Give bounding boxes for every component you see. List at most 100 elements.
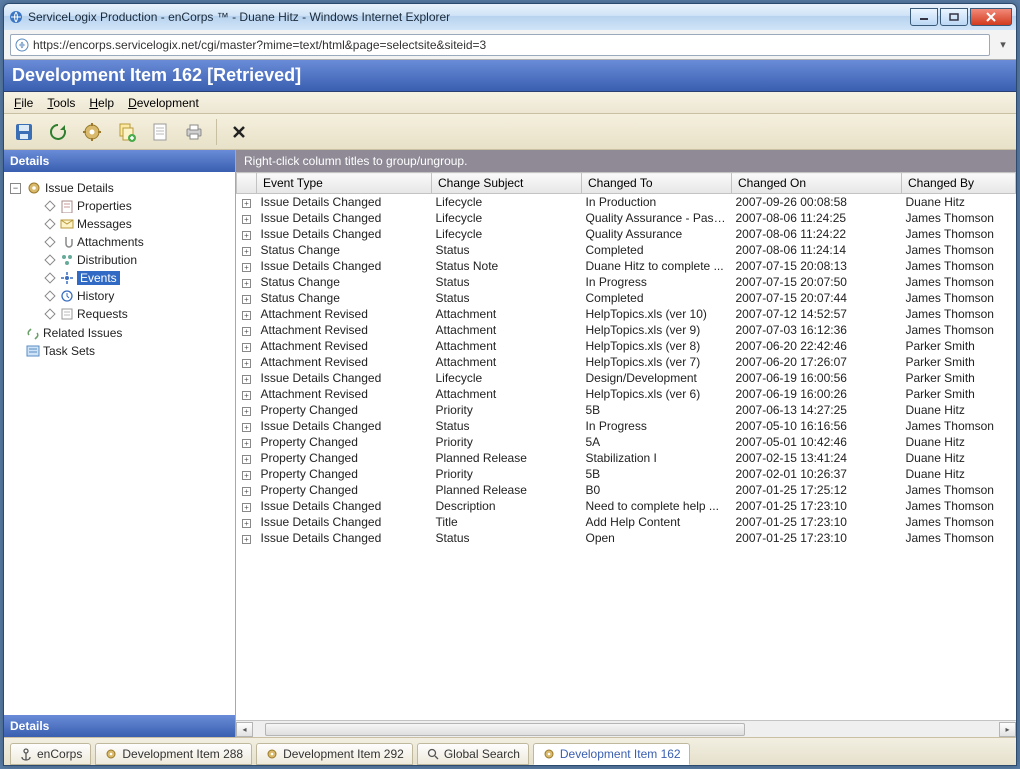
cell-change-subject: Lifecycle [432,370,582,386]
tree-label: History [77,289,114,303]
tree-node-properties[interactable]: · Properties [28,198,231,214]
table-row[interactable]: + Issue Details Changed Lifecycle In Pro… [237,194,1016,211]
table-row[interactable]: + Property Changed Priority 5B 2007-02-0… [237,466,1016,482]
bottom-tab[interactable]: Development Item 162 [533,743,690,765]
table-row[interactable]: + Property Changed Priority 5B 2007-06-1… [237,402,1016,418]
print-button[interactable] [180,118,208,146]
cell-changed-to: Duane Hitz to complete ... [582,258,732,274]
copy-button[interactable] [112,118,140,146]
column-header[interactable]: Changed On [732,173,902,194]
table-row[interactable]: + Attachment Revised Attachment HelpTopi… [237,306,1016,322]
grid-scroll[interactable]: Event TypeChange SubjectChanged ToChange… [236,172,1016,720]
tree-node-messages[interactable]: · Messages [28,216,231,232]
save-button[interactable] [10,118,38,146]
scroll-thumb[interactable] [265,723,745,736]
bottom-tab[interactable]: Global Search [417,743,529,765]
expand-icon[interactable]: + [242,455,251,464]
table-row[interactable]: + Issue Details Changed Lifecycle Qualit… [237,210,1016,226]
table-row[interactable]: + Issue Details Changed Lifecycle Qualit… [237,226,1016,242]
table-row[interactable]: + Attachment Revised Attachment HelpTopi… [237,338,1016,354]
scroll-right-button[interactable]: ▸ [999,722,1016,737]
table-row[interactable]: + Attachment Revised Attachment HelpTopi… [237,322,1016,338]
url-box[interactable] [10,34,990,56]
menu-file[interactable]: File [8,94,39,112]
column-header[interactable]: Changed By [902,173,1016,194]
url-dropdown[interactable]: ▾ [996,35,1010,55]
tree-node-events[interactable]: · Events [28,270,231,286]
main-content: Details − Issue Details · Properties · M… [4,150,1016,737]
tree-node-task-sets[interactable]: · Task Sets [8,343,231,359]
expand-icon[interactable]: + [242,439,251,448]
close-button[interactable] [970,8,1012,26]
column-header[interactable]: Change Subject [432,173,582,194]
tree-node-history[interactable]: · History [28,288,231,304]
expand-icon[interactable]: + [242,503,251,512]
table-row[interactable]: + Attachment Revised Attachment HelpTopi… [237,386,1016,402]
table-row[interactable]: + Status Change Status In Progress 2007-… [237,274,1016,290]
column-header[interactable]: Event Type [257,173,432,194]
maximize-button[interactable] [940,8,968,26]
nav-tree[interactable]: − Issue Details · Properties · Messages … [4,172,235,715]
menu-help[interactable]: Help [83,94,120,112]
document-button[interactable] [146,118,174,146]
titlebar[interactable]: ServiceLogix Production - enCorps ™ - Du… [4,4,1016,30]
bottom-tab[interactable]: Development Item 288 [95,743,252,765]
table-row[interactable]: + Issue Details Changed Status Note Duan… [237,258,1016,274]
expand-icon[interactable]: + [242,359,251,368]
settings-button[interactable] [78,118,106,146]
diamond-icon [44,272,55,283]
expand-icon[interactable]: + [242,407,251,416]
tree-node-related-issues[interactable]: · Related Issues [8,325,231,341]
cell-change-subject: Priority [432,434,582,450]
expand-icon[interactable]: + [242,423,251,432]
table-row[interactable]: + Issue Details Changed Status In Progre… [237,418,1016,434]
expand-icon[interactable]: + [242,327,251,336]
bottom-tab[interactable]: Development Item 292 [256,743,413,765]
table-row[interactable]: + Issue Details Changed Lifecycle Design… [237,370,1016,386]
minimize-button[interactable] [910,8,938,26]
tree-node-issue-details[interactable]: − Issue Details [8,179,231,197]
refresh-button[interactable] [44,118,72,146]
menu-tools[interactable]: Tools [41,94,81,112]
expand-icon[interactable]: + [242,231,251,240]
table-row[interactable]: + Attachment Revised Attachment HelpTopi… [237,354,1016,370]
cell-event-type: Issue Details Changed [257,370,432,386]
table-row[interactable]: + Property Changed Priority 5A 2007-05-0… [237,434,1016,450]
expand-icon[interactable]: + [242,247,251,256]
table-row[interactable]: + Issue Details Changed Status Open 2007… [237,530,1016,546]
collapse-icon[interactable]: − [10,183,21,194]
scroll-left-button[interactable]: ◂ [236,722,253,737]
expand-icon[interactable]: + [242,263,251,272]
url-input[interactable] [33,38,985,52]
expand-icon[interactable]: + [242,295,251,304]
tree-node-distribution[interactable]: · Distribution [28,252,231,268]
menu-development[interactable]: Development [122,94,205,112]
cell-changed-by: Parker Smith [902,338,1016,354]
cell-changed-to: Design/Development [582,370,732,386]
expand-icon[interactable]: + [242,535,251,544]
tree-label: Events [77,271,120,285]
column-header[interactable] [237,173,257,194]
expand-icon[interactable]: + [242,391,251,400]
table-row[interactable]: + Status Change Status Completed 2007-08… [237,242,1016,258]
close-tab-button[interactable] [225,118,253,146]
expand-icon[interactable]: + [242,375,251,384]
expand-icon[interactable]: + [242,215,251,224]
table-row[interactable]: + Property Changed Planned Release B0 20… [237,482,1016,498]
table-row[interactable]: + Issue Details Changed Title Add Help C… [237,514,1016,530]
table-row[interactable]: + Property Changed Planned Release Stabi… [237,450,1016,466]
expand-icon[interactable]: + [242,343,251,352]
expand-icon[interactable]: + [242,199,251,208]
column-header[interactable]: Changed To [582,173,732,194]
table-row[interactable]: + Status Change Status Completed 2007-07… [237,290,1016,306]
expand-icon[interactable]: + [242,471,251,480]
tree-node-attachments[interactable]: · Attachments [28,234,231,250]
bottom-tab[interactable]: enCorps [10,743,91,765]
horizontal-scrollbar[interactable]: ◂ ▸ [236,720,1016,737]
expand-icon[interactable]: + [242,311,251,320]
expand-icon[interactable]: + [242,487,251,496]
expand-icon[interactable]: + [242,519,251,528]
expand-icon[interactable]: + [242,279,251,288]
tree-node-requests[interactable]: · Requests [28,306,231,322]
table-row[interactable]: + Issue Details Changed Description Need… [237,498,1016,514]
